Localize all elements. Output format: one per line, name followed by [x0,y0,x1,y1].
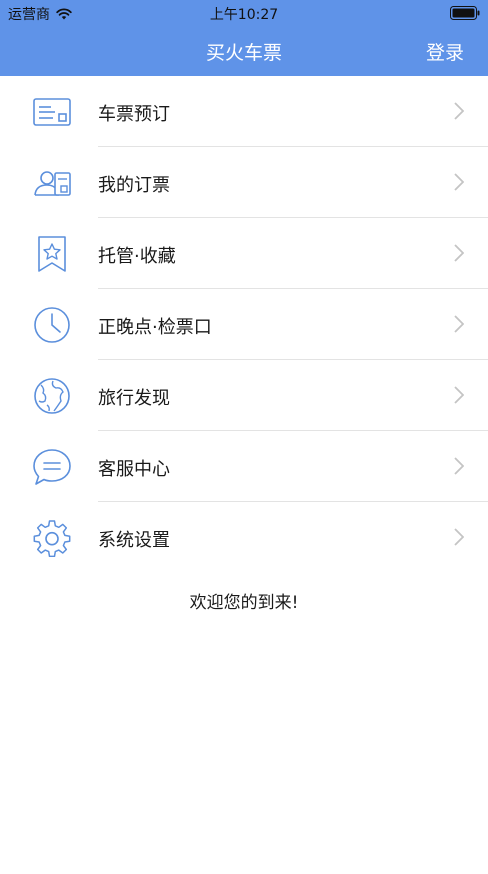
chevron-right-icon [454,244,464,262]
menu-list: 车票预订 我的订票 托管·收藏 正晚点·检票口 旅行发现 客服中心 系统设置 [0,76,488,573]
menu-item-label: 旅行发现 [98,388,170,409]
menu-item-label: 车票预订 [98,104,170,125]
menu-item-label: 系统设置 [98,530,170,551]
chevron-right-icon [454,528,464,546]
battery-icon [450,6,480,20]
status-time: 上午10:27 [209,7,279,23]
user-card-icon [34,171,71,196]
bookmark-star-icon [38,236,66,272]
ticket-card-icon [33,98,71,126]
menu-item-my-orders[interactable]: 我的订票 [0,147,488,218]
menu-item-system-settings[interactable]: 系统设置 [0,502,488,573]
chevron-right-icon [454,173,464,191]
login-button[interactable]: 登录 [426,38,464,65]
menu-item-travel-discovery[interactable]: 旅行发现 [0,360,488,431]
menu-item-label: 客服中心 [98,459,170,480]
menu-item-delay-gate[interactable]: 正晚点·检票口 [0,289,488,360]
menu-item-ticket-booking[interactable]: 车票预订 [0,76,488,147]
welcome-message: 欢迎您的到来! [189,593,299,613]
clock-icon [34,307,70,343]
status-bar: 运营商 上午10:27 [0,0,488,26]
menu-item-label: 我的订票 [98,175,170,196]
menu-item-label: 托管·收藏 [98,246,176,267]
globe-icon [34,378,70,414]
chevron-right-icon [454,315,464,333]
page-title: 买火车票 [205,42,282,64]
menu-item-custody-favorites[interactable]: 托管·收藏 [0,218,488,289]
menu-item-label: 正晚点·检票口 [98,317,212,338]
header-bar: 运营商 上午10:27 买火车票 登录 [0,0,488,76]
chevron-right-icon [454,102,464,120]
menu-item-customer-service[interactable]: 客服中心 [0,431,488,502]
gear-icon [33,520,71,557]
chevron-right-icon [454,457,464,475]
chat-bubble-icon [33,449,71,485]
chevron-right-icon [454,386,464,404]
